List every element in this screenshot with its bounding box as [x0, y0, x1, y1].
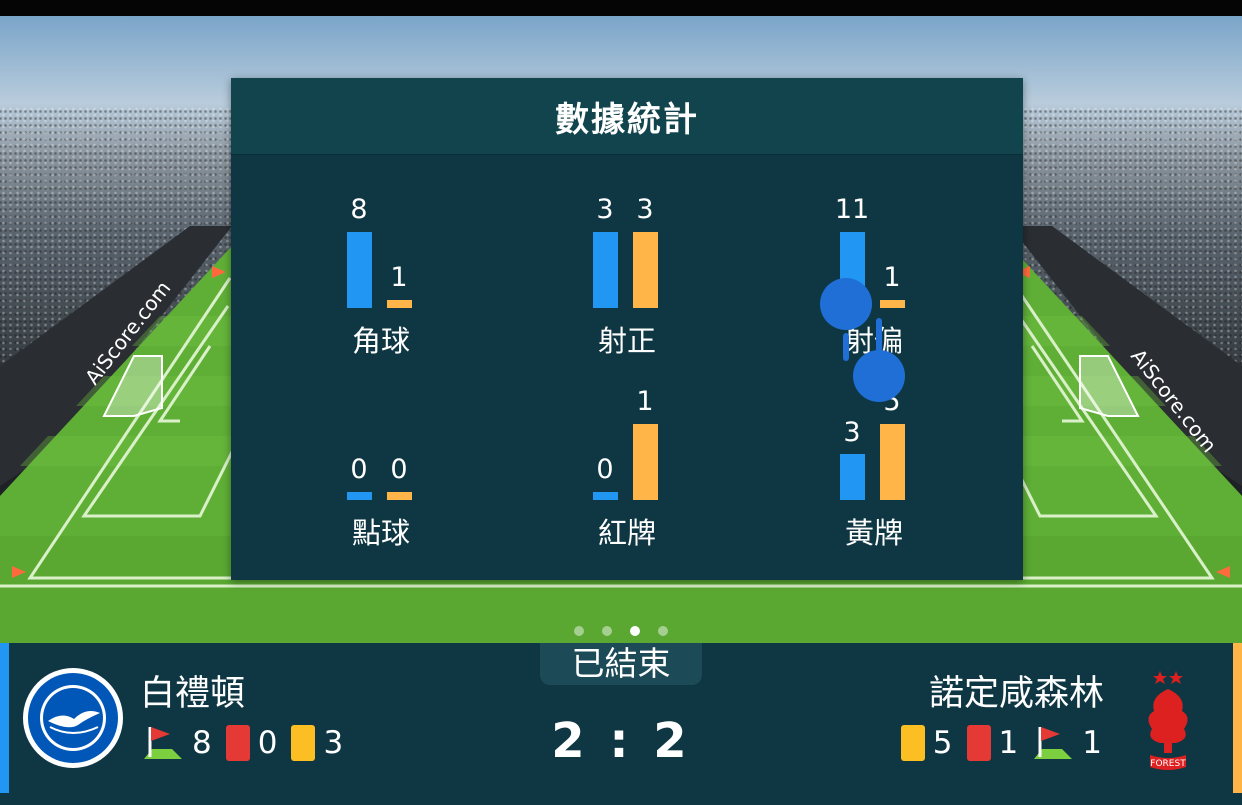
- away-team-name[interactable]: 諾定咸森林: [929, 665, 1104, 716]
- touch-trail: [876, 318, 882, 352]
- stat-away-value: 1: [636, 386, 654, 417]
- stats-title: 數據統計: [555, 99, 699, 140]
- stat-away-bar: [880, 300, 905, 308]
- away-corners: 1: [1082, 725, 1102, 761]
- stat-home-value: 3: [596, 194, 614, 225]
- page-dot-4[interactable]: [658, 626, 668, 636]
- page-dot-2[interactable]: [602, 626, 612, 636]
- forest-crest-icon[interactable]: FOREST: [1140, 667, 1196, 775]
- home-team-name[interactable]: 白禮頓: [140, 665, 245, 716]
- stat-away-value: 0: [390, 454, 408, 485]
- stat-label: 角球: [351, 324, 410, 358]
- page-indicator[interactable]: [0, 621, 1242, 641]
- stat-yellow-cards: 3 5 黃牌: [774, 380, 974, 550]
- stat-home-bar: [347, 492, 372, 500]
- stat-label: 紅牌: [597, 516, 656, 550]
- match-status: 已結束: [540, 643, 702, 685]
- stat-penalties: 0 0 點球: [281, 380, 481, 550]
- stat-shots-on-target: 3 3 射正: [527, 188, 727, 358]
- stats-header: 數據統計: [231, 78, 1023, 155]
- away-yellow-cards: 5: [932, 725, 953, 761]
- stat-away-value: 1: [883, 262, 901, 293]
- corner-flag-icon: [144, 727, 182, 759]
- forest-crest-text: FOREST: [1150, 759, 1186, 769]
- away-summary-stats: 5 1 1: [900, 723, 1102, 763]
- stat-red-cards: 0 1 紅牌: [527, 380, 727, 550]
- stat-home-value: 0: [350, 454, 368, 485]
- corner-flag-icon: [1034, 727, 1073, 759]
- stat-away-bar: [633, 424, 658, 500]
- yellow-card-icon: [291, 725, 316, 761]
- stat-away-bar: [880, 424, 905, 500]
- stat-away-value: 3: [636, 194, 654, 225]
- page-dot-1[interactable]: [574, 626, 584, 636]
- touch-trail: [843, 333, 849, 361]
- match-score: 2 : 2: [551, 713, 691, 769]
- touch-indicator-2: [853, 350, 905, 402]
- stat-corners: 8 1 角球: [281, 188, 481, 358]
- stat-home-value: 0: [596, 454, 614, 485]
- brighton-crest-icon[interactable]: [22, 667, 124, 769]
- red-card-icon: [966, 725, 991, 761]
- stat-label: 射正: [597, 324, 656, 358]
- away-color-strip: [1233, 643, 1242, 793]
- stat-home-bar: [593, 232, 618, 308]
- stat-home-bar: [593, 492, 618, 500]
- stat-home-bar: [347, 232, 372, 308]
- away-red-cards: 1: [998, 725, 1019, 761]
- home-color-strip: [0, 643, 9, 793]
- stats-panel: 數據統計 8 1 角球 3 3 射正 11 1 射偏 0 0 點球 0 1 紅牌: [231, 78, 1023, 580]
- home-red-cards: 0: [257, 725, 278, 761]
- match-scoreboard[interactable]: 白禮頓 8 0 3 已結束 2 : 2 諾定咸森林 5 1 1 FOREST: [0, 643, 1242, 805]
- status-bar: [0, 0, 1242, 16]
- stat-label: 點球: [351, 516, 410, 550]
- stat-shots-off-target: 11 1 射偏: [774, 188, 974, 358]
- page-dot-3-active[interactable]: [630, 626, 640, 636]
- home-summary-stats: 8 0 3: [142, 723, 357, 763]
- stat-home-bar: [840, 454, 865, 500]
- red-card-icon: [225, 725, 250, 761]
- stat-away-value: 1: [390, 262, 408, 293]
- stat-away-bar: [633, 232, 658, 308]
- stat-home-value: 11: [834, 194, 870, 225]
- stat-away-bar: [387, 492, 412, 500]
- yellow-card-icon: [900, 725, 925, 761]
- stat-home-value: 8: [350, 194, 368, 225]
- home-yellow-cards: 3: [323, 725, 344, 761]
- stat-label: 黃牌: [844, 516, 903, 550]
- stat-away-bar: [387, 300, 412, 308]
- touch-indicator-1: [820, 278, 872, 330]
- home-corners: 8: [192, 725, 212, 761]
- stat-home-value: 3: [843, 417, 861, 448]
